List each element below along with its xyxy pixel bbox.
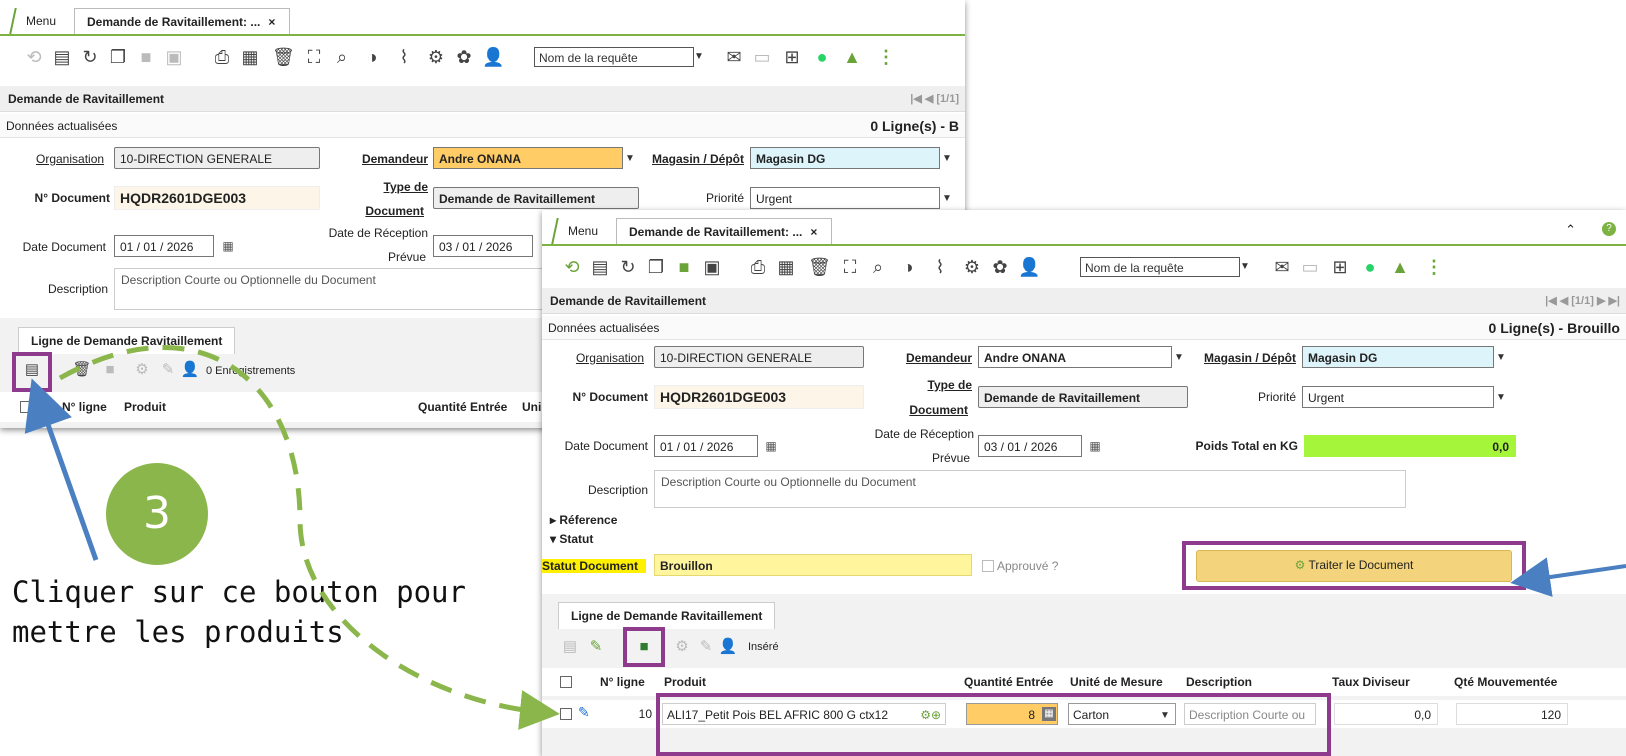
blue-arrow	[24, 378, 99, 561]
dashed-arrow	[58, 345, 560, 730]
annotation-arrows	[24, 345, 1626, 730]
blue-arrow-right	[1510, 557, 1626, 597]
